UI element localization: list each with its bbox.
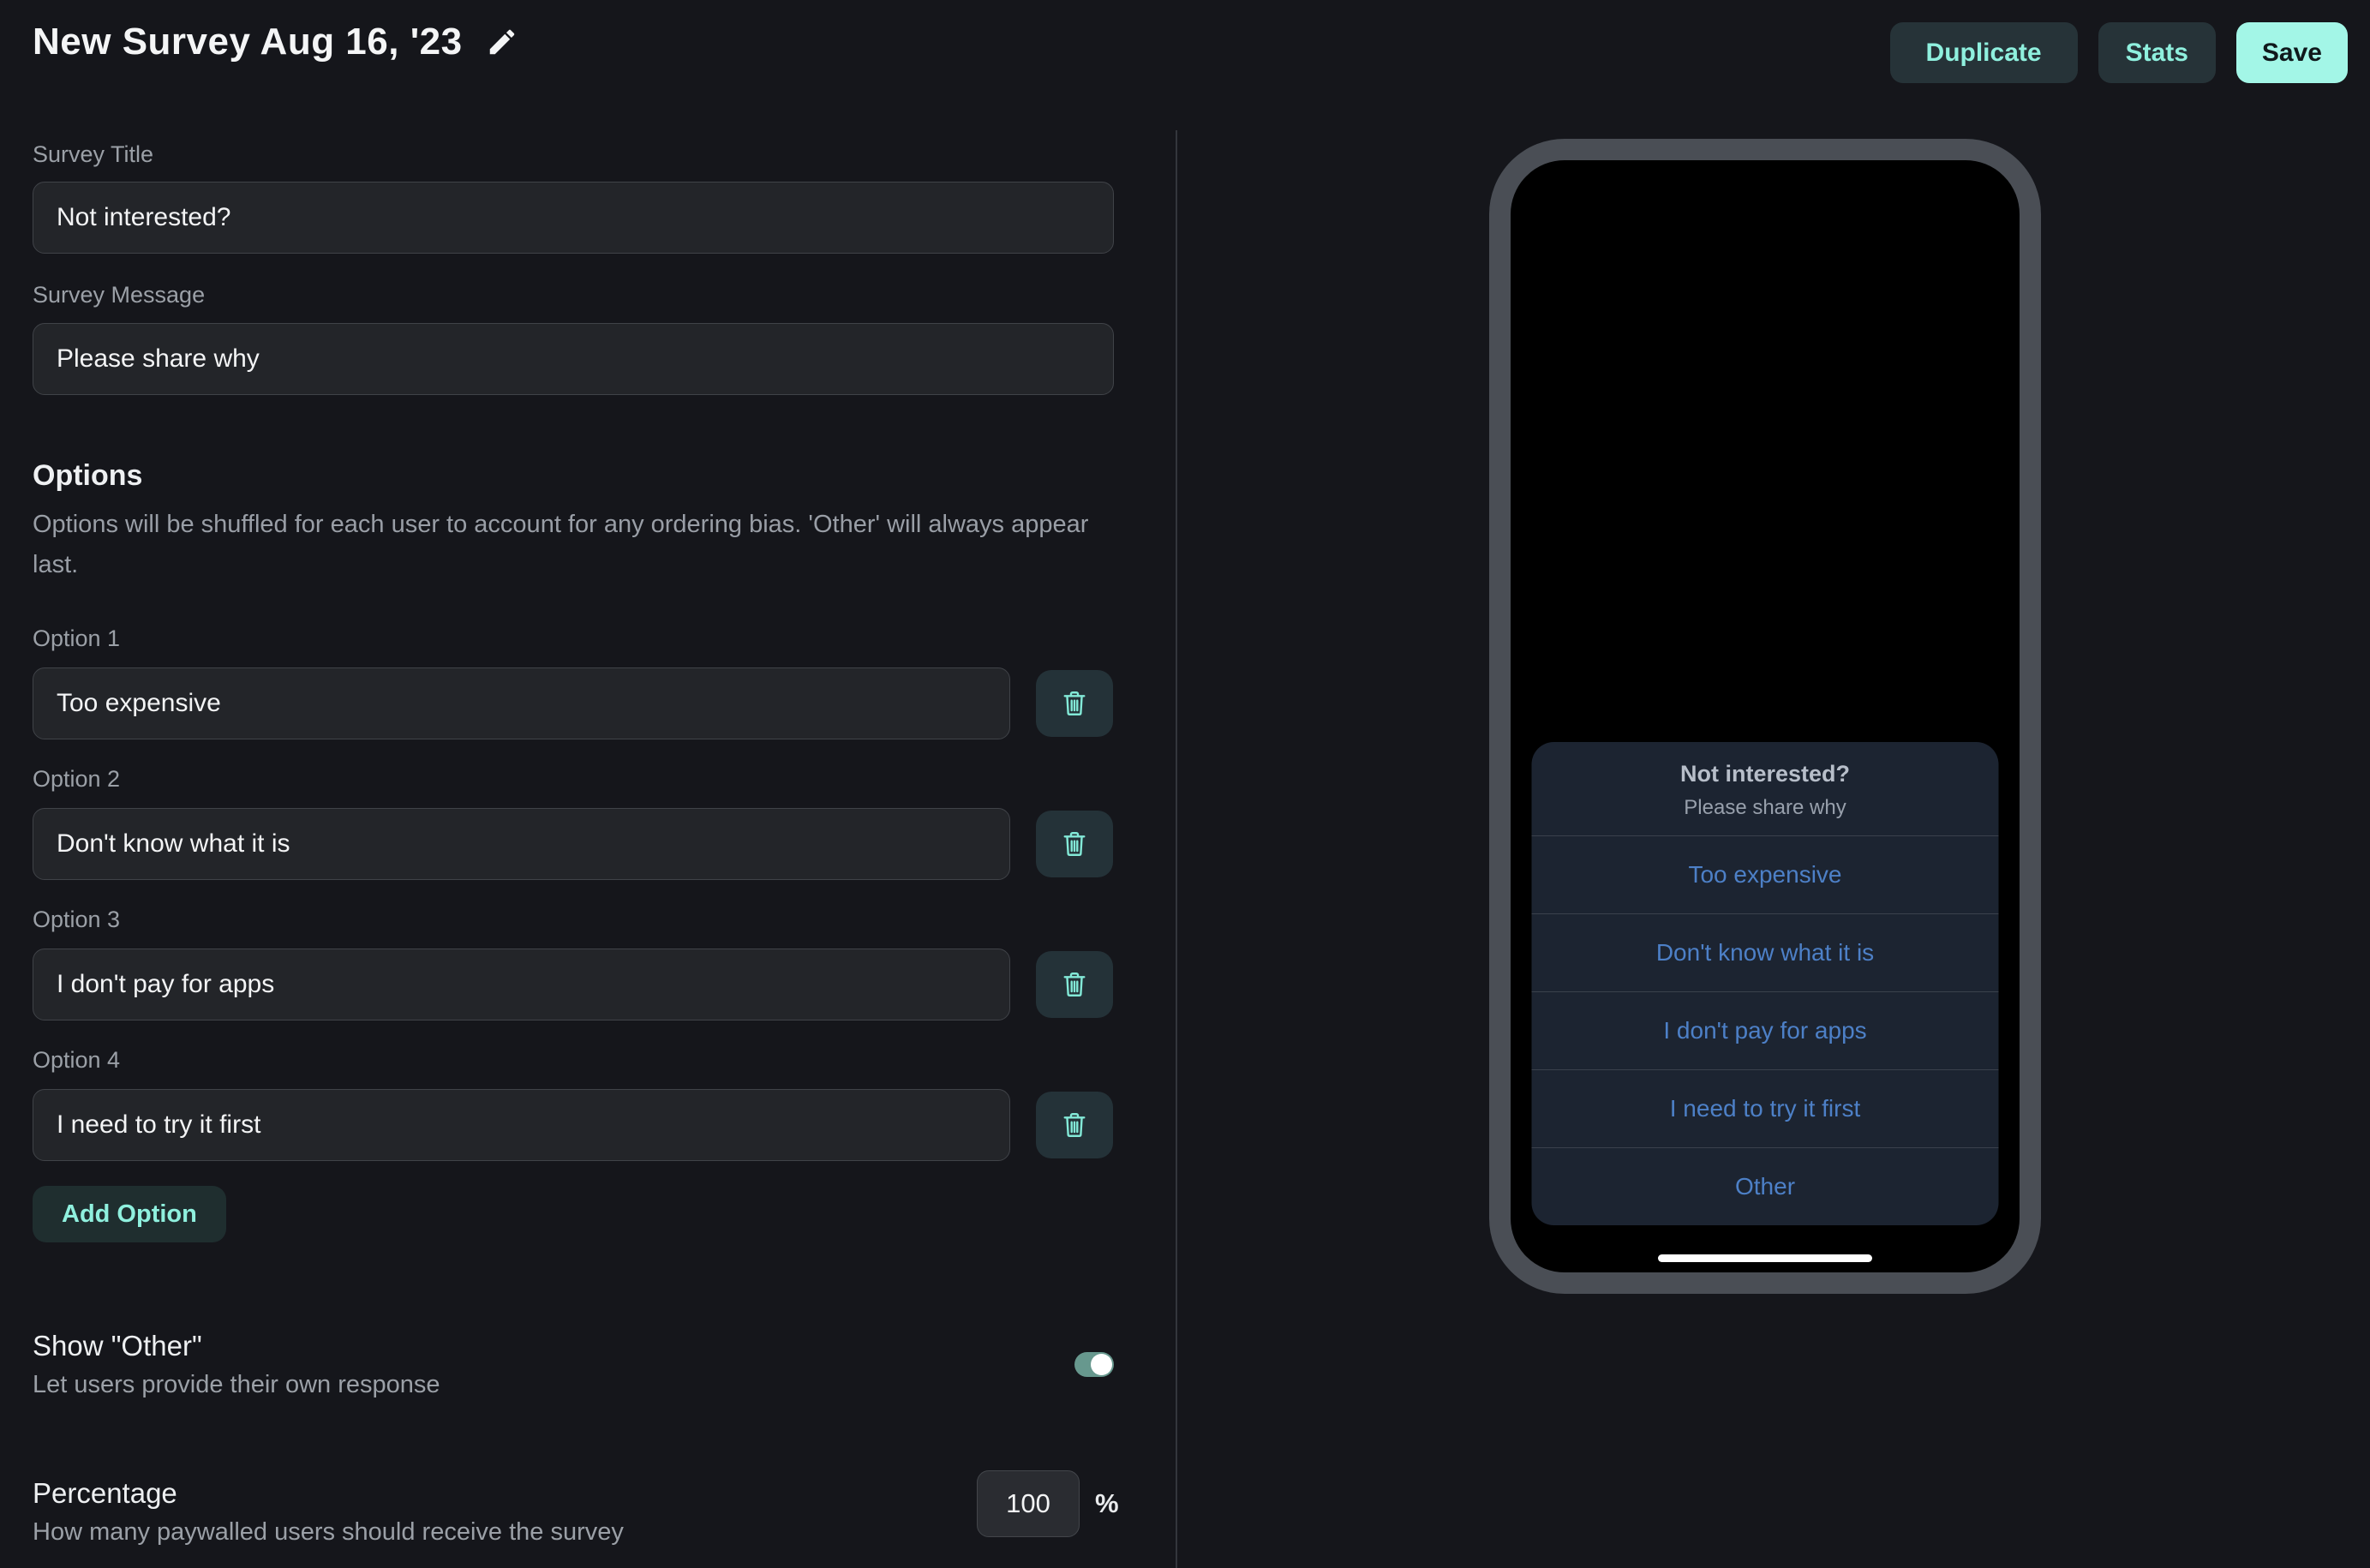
option-3-label: Option 3 — [33, 907, 120, 933]
survey-title-label: Survey Title — [33, 141, 153, 168]
trash-icon — [1059, 969, 1090, 1000]
option-2-label: Option 2 — [33, 766, 120, 793]
option-3-input[interactable] — [33, 949, 1010, 1020]
page-title: New Survey Aug 16, '23 — [33, 21, 463, 63]
panel-divider — [1176, 130, 1177, 1568]
survey-preview-card: Not interested? Please share why Too exp… — [1532, 742, 1999, 1225]
delete-option-3-button[interactable] — [1036, 951, 1113, 1018]
trash-icon — [1059, 1110, 1090, 1140]
percentage-input[interactable] — [977, 1470, 1080, 1537]
page-header: New Survey Aug 16, '23 — [33, 21, 519, 63]
preview-option: Other — [1532, 1147, 1999, 1225]
preview-option: I need to try it first — [1532, 1069, 1999, 1147]
show-other-label: Show "Other" — [33, 1330, 202, 1362]
option-1-label: Option 1 — [33, 625, 120, 652]
option-2-input[interactable] — [33, 808, 1010, 880]
preview-option: I don't pay for apps — [1532, 991, 1999, 1069]
delete-option-2-button[interactable] — [1036, 811, 1113, 877]
percentage-label: Percentage — [33, 1477, 177, 1510]
survey-message-input[interactable] — [33, 323, 1114, 395]
add-option-button[interactable]: Add Option — [33, 1186, 226, 1242]
preview-header: Not interested? Please share why — [1532, 742, 1999, 835]
delete-option-1-button[interactable] — [1036, 670, 1113, 737]
trash-icon — [1059, 829, 1090, 859]
preview-option: Don't know what it is — [1532, 913, 1999, 991]
duplicate-button[interactable]: Duplicate — [1890, 22, 2078, 83]
survey-editor-page: New Survey Aug 16, '23 Duplicate Stats S… — [0, 0, 2370, 1568]
toggle-knob — [1091, 1354, 1112, 1375]
home-indicator — [1658, 1254, 1872, 1262]
delete-option-4-button[interactable] — [1036, 1092, 1113, 1158]
preview-option: Too expensive — [1532, 835, 1999, 913]
survey-title-input[interactable] — [33, 182, 1114, 254]
trash-icon — [1059, 688, 1090, 719]
options-heading: Options — [33, 459, 142, 493]
option-4-input[interactable] — [33, 1089, 1010, 1161]
survey-message-label: Survey Message — [33, 282, 205, 308]
edit-title-icon[interactable] — [485, 25, 519, 59]
stats-button[interactable]: Stats — [2098, 22, 2216, 83]
preview-title: Not interested? — [1549, 761, 1982, 787]
option-1-input[interactable] — [33, 667, 1010, 739]
phone-preview-frame: Not interested? Please share why Too exp… — [1489, 139, 2041, 1294]
header-actions: Duplicate Stats Save — [1890, 22, 2348, 83]
percentage-suffix: % — [1095, 1470, 1119, 1537]
options-description: Options will be shuffled for each user t… — [33, 505, 1104, 585]
show-other-toggle[interactable] — [1074, 1352, 1114, 1377]
percentage-description: How many paywalled users should receive … — [33, 1518, 624, 1547]
show-other-description: Let users provide their own response — [33, 1371, 440, 1399]
save-button[interactable]: Save — [2236, 22, 2348, 83]
preview-message: Please share why — [1549, 796, 1982, 820]
option-4-label: Option 4 — [33, 1047, 120, 1074]
